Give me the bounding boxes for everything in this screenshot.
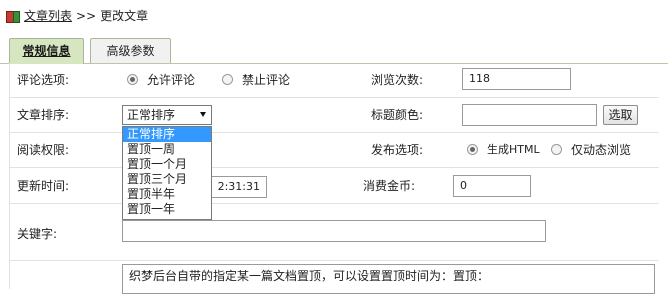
sort-option[interactable]: 正常排序 <box>123 127 211 142</box>
sort-dropdown-list: 正常排序 置顶一周 置顶一个月 置顶三个月 置顶半年 置顶一年 <box>122 126 212 220</box>
sort-option[interactable]: 置顶一个月 <box>123 157 211 172</box>
views-input[interactable]: 118 <box>462 68 571 90</box>
row-divider <box>9 203 659 204</box>
title-color-input[interactable] <box>462 104 597 126</box>
forbid-comment-label: 禁止评论 <box>242 73 291 87</box>
sort-option[interactable]: 置顶三个月 <box>123 172 211 187</box>
publish-option-label: 发布选项: <box>371 143 424 157</box>
breadcrumb-article-list-link[interactable]: 文章列表 <box>24 8 72 24</box>
row-divider <box>9 167 659 168</box>
tab-bar: 常规信息 高级参数 <box>0 36 668 64</box>
breadcrumb-current: 更改文章 <box>100 9 149 23</box>
breadcrumb: 文章列表 >> 更改文章 <box>6 8 148 24</box>
radio-forbid-comment[interactable] <box>222 74 233 85</box>
description-textarea[interactable]: 织梦后台自带的指定某一篇文档置顶，可以设置置顶时间为：置顶： <box>122 264 655 294</box>
title-color-label: 标题颜色: <box>371 108 424 122</box>
coins-label: 消费金币: <box>363 179 416 193</box>
tab-general-info[interactable]: 常规信息 <box>9 38 84 64</box>
sort-option[interactable]: 置顶一周 <box>123 142 211 157</box>
book-icon <box>6 10 20 23</box>
breadcrumb-separator: >> <box>76 9 97 23</box>
views-label: 浏览次数: <box>371 73 424 87</box>
sort-option[interactable]: 置顶一年 <box>123 202 211 217</box>
sort-option[interactable]: 置顶半年 <box>123 187 211 202</box>
allow-comment-label: 允许评论 <box>147 73 196 87</box>
row-divider <box>9 260 659 261</box>
sort-label: 文章排序: <box>17 108 70 122</box>
row-divider <box>9 132 659 133</box>
radio-allow-comment[interactable] <box>127 74 138 85</box>
radio-generate-html[interactable] <box>467 144 478 155</box>
chevron-down-icon <box>200 112 206 117</box>
sort-select-value: 正常排序 <box>127 108 176 122</box>
radio-dynamic-only[interactable] <box>551 144 562 155</box>
pick-color-button[interactable]: 选取 <box>603 105 638 125</box>
generate-html-label: 生成HTML <box>487 143 540 156</box>
update-time-label: 更新时间: <box>17 179 70 193</box>
row-divider <box>9 97 659 98</box>
sort-select[interactable]: 正常排序 <box>122 105 212 125</box>
keywords-input[interactable] <box>122 220 546 242</box>
dynamic-only-label: 仅动态浏览 <box>571 143 632 157</box>
keywords-label: 关键字: <box>17 227 58 241</box>
tab-advanced-params[interactable]: 高级参数 <box>90 38 171 63</box>
coins-input[interactable]: 0 <box>453 175 531 197</box>
comment-option-label: 评论选项: <box>17 73 70 87</box>
read-permission-label: 阅读权限: <box>17 143 70 157</box>
